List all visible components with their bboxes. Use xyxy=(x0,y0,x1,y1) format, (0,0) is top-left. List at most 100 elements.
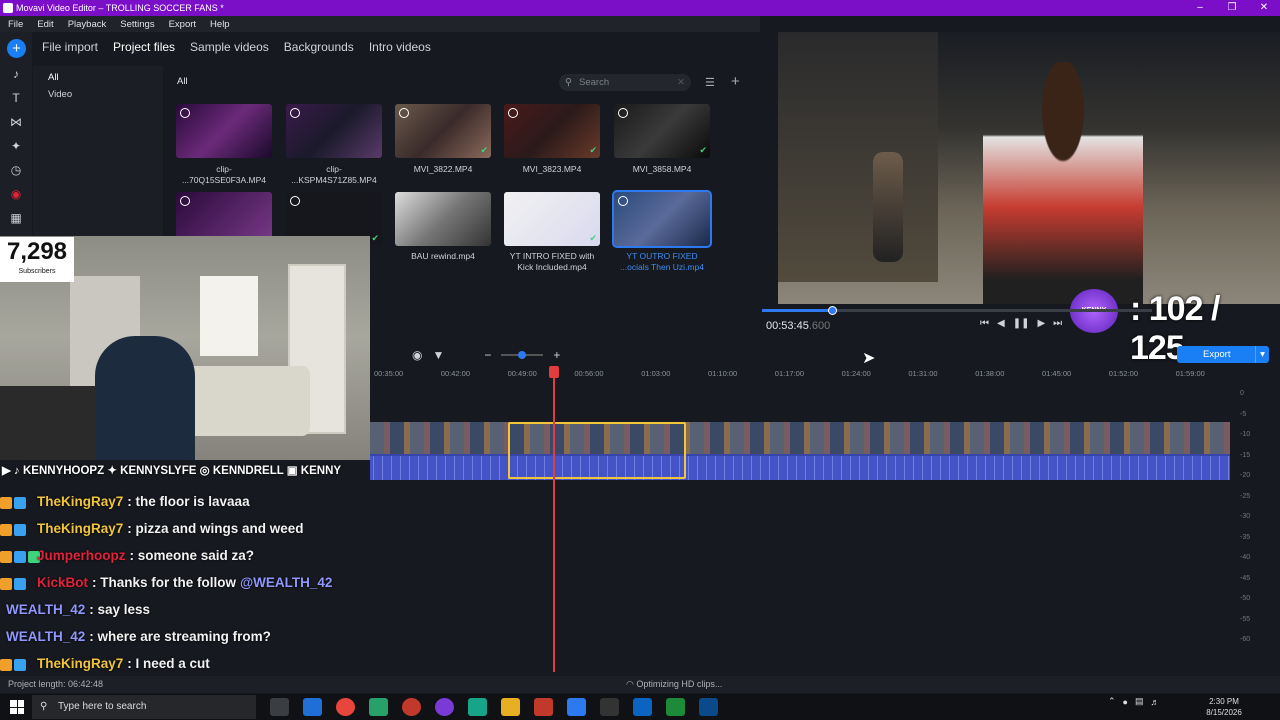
chat-badges xyxy=(0,576,34,590)
menu-playback[interactable]: Playback xyxy=(68,19,107,30)
network-icon[interactable]: ▤ xyxy=(1135,696,1144,707)
export-dropdown-icon[interactable]: ▾ xyxy=(1255,346,1269,363)
titles-icon[interactable]: T xyxy=(8,90,24,106)
movavi-icon[interactable] xyxy=(534,698,553,716)
media-thumbnail[interactable]: ✔ xyxy=(504,104,600,158)
media-thumbnail[interactable] xyxy=(395,192,491,246)
clip-icon xyxy=(290,196,300,206)
timeline-ruler[interactable]: 00:35:00 00:42:00 00:49:00 00:56:00 01:03:00… xyxy=(370,366,1230,380)
skip-end-icon[interactable]: ⏭ xyxy=(1053,318,1062,329)
obs-icon[interactable] xyxy=(402,698,421,716)
editor-icon[interactable] xyxy=(567,698,586,716)
edge-icon[interactable] xyxy=(303,698,322,716)
menu-file[interactable]: File xyxy=(8,19,23,30)
store-icon[interactable] xyxy=(369,698,388,716)
outlook-icon[interactable] xyxy=(633,698,652,716)
media-thumbnail[interactable] xyxy=(286,104,382,158)
zoom-out-icon[interactable]: − xyxy=(484,348,491,362)
ruler-label: 01:38:00 xyxy=(975,369,1005,378)
music-icon[interactable]: ♪ xyxy=(8,66,24,82)
menu-export[interactable]: Export xyxy=(169,19,196,30)
minimize-icon[interactable]: – xyxy=(1184,0,1216,16)
clip-icon xyxy=(618,108,628,118)
sort-icon[interactable]: ☰ xyxy=(705,76,715,89)
progress-handle[interactable] xyxy=(828,306,838,315)
app-icon[interactable] xyxy=(468,698,487,716)
more-tools-icon[interactable]: ▦ xyxy=(8,210,24,226)
taskbar-search[interactable]: ⚲ Type here to search xyxy=(32,695,256,719)
db-label: -10 xyxy=(1240,431,1251,438)
video-preview[interactable] xyxy=(778,32,1280,304)
chat-message: Jumperhoopz: someone said za? xyxy=(0,542,380,569)
menu-bar: File Edit Playback Settings Export Help xyxy=(0,16,760,32)
chevron-up-icon[interactable]: ⌃ xyxy=(1108,696,1116,707)
zoom-slider[interactable] xyxy=(501,351,544,359)
discord-icon[interactable] xyxy=(435,698,454,716)
restore-icon[interactable]: ❐ xyxy=(1216,0,1248,16)
menu-help[interactable]: Help xyxy=(210,19,230,30)
media-thumbnail[interactable] xyxy=(176,104,272,158)
playhead[interactable] xyxy=(549,366,559,672)
record-voice-icon[interactable]: ▼ xyxy=(432,348,444,362)
windows-start-icon[interactable] xyxy=(10,700,24,714)
pause-icon[interactable]: ❚❚ xyxy=(1013,318,1030,329)
task-view-icon[interactable] xyxy=(270,698,289,716)
tab-intro-videos[interactable]: Intro videos xyxy=(369,40,431,54)
explorer-icon[interactable] xyxy=(501,698,520,716)
transitions-icon[interactable]: ⋈ xyxy=(8,114,24,130)
clear-search-icon[interactable]: ✕ xyxy=(677,74,685,91)
window-controls: – ❐ ✕ xyxy=(1184,0,1280,16)
snapshot-icon[interactable]: ◉ xyxy=(412,348,422,362)
title-bar: Movavi Video Editor – TROLLING SOCCER FA… xyxy=(0,0,1280,16)
ruler-label: 00:56:00 xyxy=(574,369,604,378)
tab-file-import[interactable]: File import xyxy=(42,40,98,54)
volume-icon[interactable]: ♬ xyxy=(1151,697,1160,707)
chrome-icon[interactable] xyxy=(336,698,355,716)
chat-badge-icon xyxy=(0,523,12,536)
next-frame-icon[interactable]: ▶ xyxy=(1037,318,1045,329)
effects-icon[interactable]: ◉ xyxy=(8,186,24,202)
system-tray: ⌃ ● ▤ ♬ xyxy=(1108,696,1160,707)
category-video[interactable]: Video xyxy=(33,83,163,100)
chat-badges xyxy=(0,657,34,671)
search-input[interactable]: ⚲ Search ✕ xyxy=(559,74,691,91)
tab-project-files[interactable]: Project files xyxy=(113,40,175,54)
chat-badge-icon xyxy=(14,550,26,563)
mic-icon[interactable]: ● xyxy=(1123,697,1128,707)
chat-text: : where are streaming from? xyxy=(89,629,271,644)
skip-start-icon[interactable]: ⏮ xyxy=(980,318,989,329)
chat-badges xyxy=(0,522,34,536)
capcut-icon[interactable] xyxy=(600,698,619,716)
xbox-icon[interactable] xyxy=(666,698,685,716)
clip-icon xyxy=(180,196,190,206)
add-icon[interactable]: + xyxy=(731,73,740,90)
vpn-icon[interactable] xyxy=(699,698,718,716)
close-icon[interactable]: ✕ xyxy=(1248,0,1280,16)
clip-icon xyxy=(180,108,190,118)
prev-frame-icon[interactable]: ◀ xyxy=(997,318,1005,329)
playback-progress[interactable] xyxy=(762,306,1152,315)
media-thumbnail[interactable]: ✔ xyxy=(614,104,710,158)
video-track[interactable] xyxy=(370,422,1230,480)
filters-icon[interactable]: ✦ xyxy=(8,138,24,154)
add-media-button[interactable]: + xyxy=(7,39,26,58)
stickers-icon[interactable]: ◷ xyxy=(8,162,24,178)
media-thumbnail[interactable]: ✔ xyxy=(504,192,600,246)
tab-sample-videos[interactable]: Sample videos xyxy=(190,40,269,54)
category-all[interactable]: All xyxy=(33,66,163,83)
zoom-in-icon[interactable]: + xyxy=(553,348,560,362)
clip-icon xyxy=(508,108,518,118)
media-thumbnail-selected[interactable] xyxy=(612,190,712,248)
taskbar-apps xyxy=(270,698,718,716)
menu-edit[interactable]: Edit xyxy=(37,19,53,30)
chat-username: WEALTH_42 xyxy=(6,602,86,617)
chat-username: WEALTH_42 xyxy=(6,629,86,644)
selected-clip[interactable] xyxy=(508,422,686,479)
tab-backgrounds[interactable]: Backgrounds xyxy=(284,40,354,54)
chat-badge-icon xyxy=(0,577,12,590)
menu-settings[interactable]: Settings xyxy=(120,19,154,30)
clip-icon xyxy=(290,108,300,118)
chat-message: TheKingRay7: I need a cut xyxy=(0,650,380,677)
export-button[interactable]: Export ▾ xyxy=(1177,346,1269,363)
media-thumbnail[interactable]: ✔ xyxy=(395,104,491,158)
